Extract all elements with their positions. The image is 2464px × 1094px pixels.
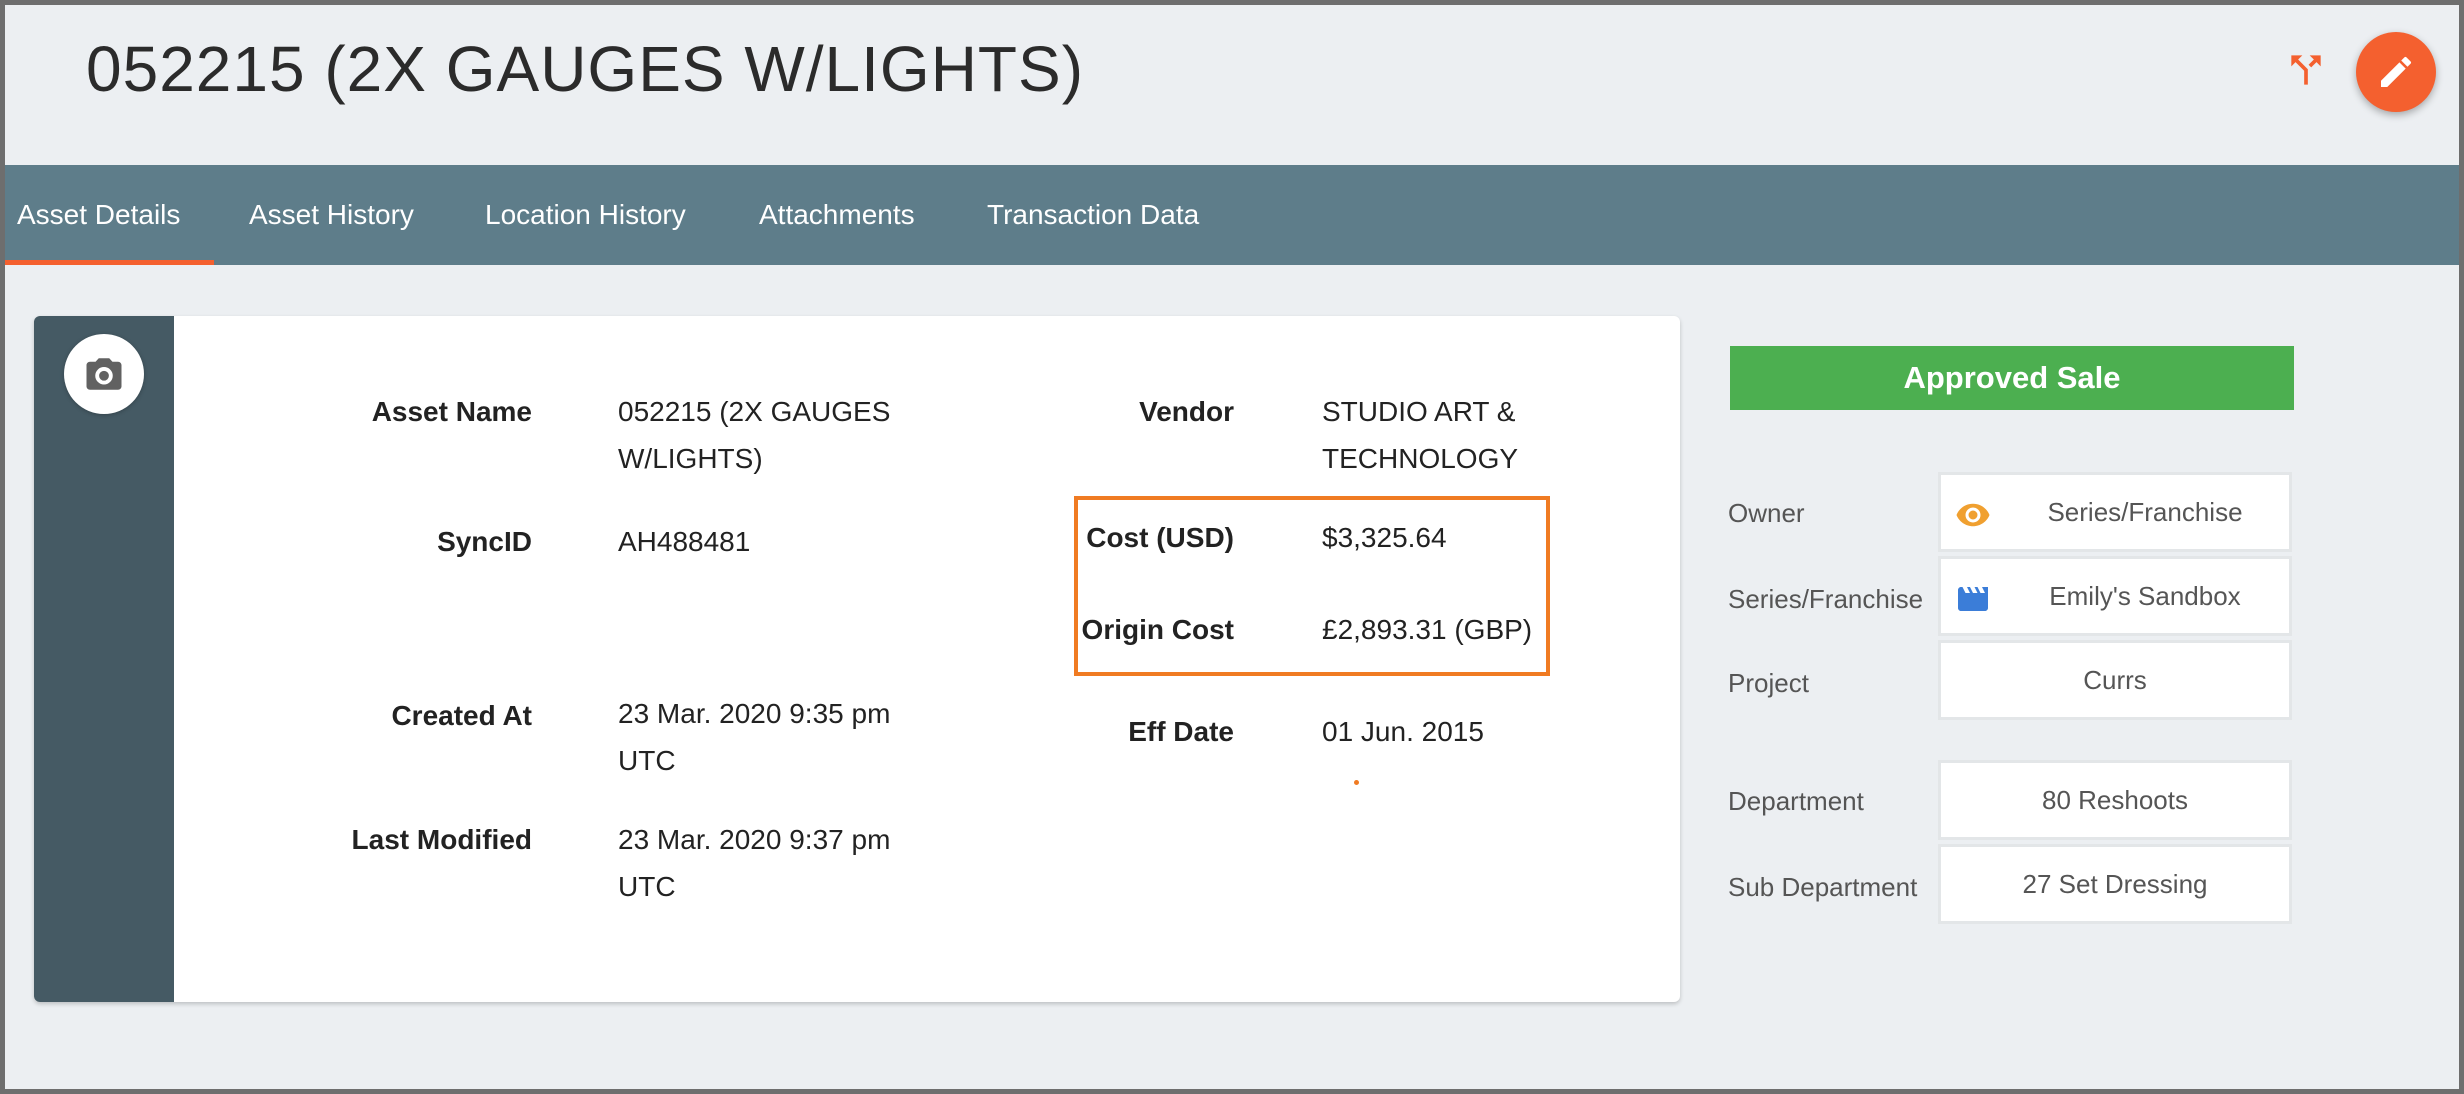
- card-sidebar: [34, 316, 174, 1002]
- created-at-value: 23 Mar. 2020 9:35 pm UTC: [618, 698, 891, 776]
- split-arrow-icon[interactable]: [2284, 48, 2328, 92]
- clapperboard-icon: [1958, 587, 1988, 611]
- series-franchise-label: Series/Franchise: [1728, 584, 1924, 614]
- tab-asset-history[interactable]: Asset History: [249, 165, 414, 265]
- tab-location-history[interactable]: Location History: [485, 165, 686, 265]
- sub-department-label: Sub Department: [1728, 872, 1918, 902]
- cost-usd-label: Cost (USD): [1086, 522, 1234, 553]
- owner-field[interactable]: Series/Franchise: [1938, 472, 2292, 552]
- owner-label: Owner: [1728, 498, 1805, 528]
- tab-transaction-data[interactable]: Transaction Data: [987, 165, 1199, 265]
- page-title: 052215 (2X GAUGES W/LIGHTS): [86, 33, 1084, 105]
- eff-date-label: Eff Date: [1128, 716, 1234, 747]
- series-franchise-field[interactable]: Emily's Sandbox: [1938, 556, 2292, 636]
- syncid-value: AH488481: [618, 526, 751, 557]
- origin-cost-value: £2,893.31 (GBP): [1322, 614, 1533, 645]
- project-label: Project: [1728, 668, 1809, 698]
- last-modified-label: Last Modified: [351, 824, 532, 855]
- created-at-label: Created At: [391, 700, 532, 731]
- cost-usd-value: $3,325.64: [1322, 522, 1447, 553]
- tab-bar: Asset Details Asset History Location His…: [2, 165, 2459, 265]
- asset-name-value: 052215 (2X GAUGES W/LIGHTS): [618, 396, 891, 474]
- asset-name-label: Asset Name: [371, 396, 532, 427]
- vendor-value: STUDIO ART & TECHNOLOGY: [1322, 396, 1519, 474]
- eff-date-value: 01 Jun. 2015: [1322, 716, 1484, 747]
- camera-icon: [86, 358, 122, 390]
- eye-icon: [1956, 503, 1990, 527]
- tab-asset-details[interactable]: Asset Details: [2, 165, 215, 265]
- department-field[interactable]: 80 Reshoots: [1938, 760, 2292, 840]
- tab-attachments[interactable]: Attachments: [759, 165, 915, 265]
- origin-cost-label: Origin Cost: [1081, 614, 1234, 645]
- department-label: Department: [1728, 786, 1864, 816]
- page-header: 052215 (2X GAUGES W/LIGHTS): [0, 0, 2464, 165]
- pencil-icon: [2381, 56, 2412, 87]
- last-modified-value: 23 Mar. 2020 9:37 pm UTC: [618, 824, 891, 902]
- decorative-dot: [1354, 780, 1359, 785]
- syncid-label: SyncID: [437, 526, 532, 557]
- upload-photo-button[interactable]: [64, 334, 144, 414]
- edit-button[interactable]: [2356, 32, 2436, 112]
- sub-department-field[interactable]: 27 Set Dressing: [1938, 844, 2292, 924]
- project-field[interactable]: Currs: [1938, 640, 2292, 720]
- status-badge: Approved Sale: [1730, 346, 2294, 410]
- vendor-label: Vendor: [1139, 396, 1234, 427]
